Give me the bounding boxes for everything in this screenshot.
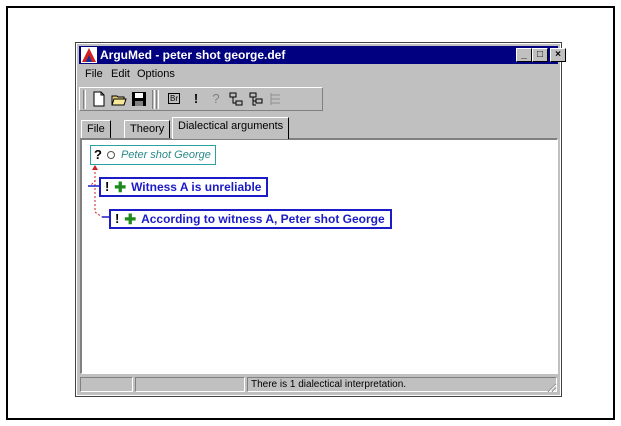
status-message: There is 1 dialectical interpretation. bbox=[247, 377, 557, 392]
tab-dialectical-arguments[interactable]: Dialectical arguments bbox=[172, 117, 290, 139]
br-icon[interactable]: Br bbox=[166, 91, 182, 107]
title-bar[interactable]: ArguMed - peter shot george.def _ □ × bbox=[79, 46, 566, 64]
tab-file-label: File bbox=[87, 123, 105, 135]
app-window: ArguMed - peter shot george.def _ □ × Fi… bbox=[75, 42, 566, 397]
argumed-app-icon bbox=[81, 47, 97, 63]
status-pane-2 bbox=[135, 377, 245, 392]
tree-icon[interactable] bbox=[228, 91, 244, 107]
status-message-text: There is 1 dialectical interpretation. bbox=[251, 379, 407, 390]
toolbar: Br ! ? bbox=[79, 87, 323, 111]
tab-dialectical-arguments-label: Dialectical arguments bbox=[178, 120, 284, 132]
exclamation-icon: ! bbox=[105, 179, 110, 194]
circle-icon bbox=[106, 151, 115, 159]
menu-file[interactable]: File bbox=[85, 68, 103, 80]
save-disk-icon[interactable] bbox=[131, 91, 147, 107]
question-mark-icon: ? bbox=[94, 147, 102, 162]
tab-theory-label: Theory bbox=[130, 123, 165, 135]
plus-icon: ✚ bbox=[124, 211, 137, 227]
attack-arrows bbox=[88, 165, 110, 218]
status-bar: There is 1 dialectical interpretation. bbox=[80, 377, 557, 393]
maximize-button[interactable]: □ bbox=[532, 48, 548, 62]
maximize-icon: □ bbox=[536, 49, 544, 60]
argument-node-witness-testimony[interactable]: ! ✚ According to witness A, Peter shot G… bbox=[109, 209, 392, 229]
tab-theory[interactable]: Theory bbox=[124, 120, 171, 138]
tree-alt-icon[interactable] bbox=[248, 91, 264, 107]
window-title: ArguMed - peter shot george.def bbox=[100, 48, 286, 62]
menu-options[interactable]: Options bbox=[137, 68, 175, 80]
root-statement-label: Peter shot George bbox=[120, 149, 211, 161]
new-document-icon[interactable] bbox=[91, 91, 107, 107]
toolbar-separator bbox=[156, 90, 159, 109]
minimize-button[interactable]: _ bbox=[516, 48, 532, 62]
open-folder-icon[interactable] bbox=[111, 91, 127, 107]
argument-node-witness-unreliable[interactable]: ! ✚ Witness A is unreliable bbox=[99, 177, 269, 197]
exclamation-icon: ! bbox=[115, 211, 120, 226]
root-statement-node[interactable]: ? Peter shot George bbox=[90, 145, 216, 165]
resize-grip-icon[interactable] bbox=[545, 381, 557, 393]
toolbar-separator bbox=[152, 90, 155, 109]
argument-label: According to witness A, Peter shot Georg… bbox=[141, 212, 385, 226]
close-icon: × bbox=[555, 49, 561, 60]
argument-panel[interactable]: ? Peter shot George ! ✚ Witness A is unr… bbox=[80, 138, 558, 374]
menu-edit[interactable]: Edit bbox=[111, 68, 130, 80]
plus-icon: ✚ bbox=[114, 179, 127, 195]
exclamation-icon[interactable]: ! bbox=[188, 91, 204, 107]
close-button[interactable]: × bbox=[550, 48, 566, 62]
toolbar-grip bbox=[83, 90, 86, 109]
question-icon[interactable]: ? bbox=[208, 91, 224, 107]
status-pane-1 bbox=[80, 377, 133, 392]
minimize-icon: _ bbox=[521, 49, 527, 60]
argument-label: Witness A is unreliable bbox=[131, 180, 262, 194]
tree-disabled-icon[interactable] bbox=[268, 91, 284, 107]
tab-file[interactable]: File bbox=[81, 120, 111, 138]
